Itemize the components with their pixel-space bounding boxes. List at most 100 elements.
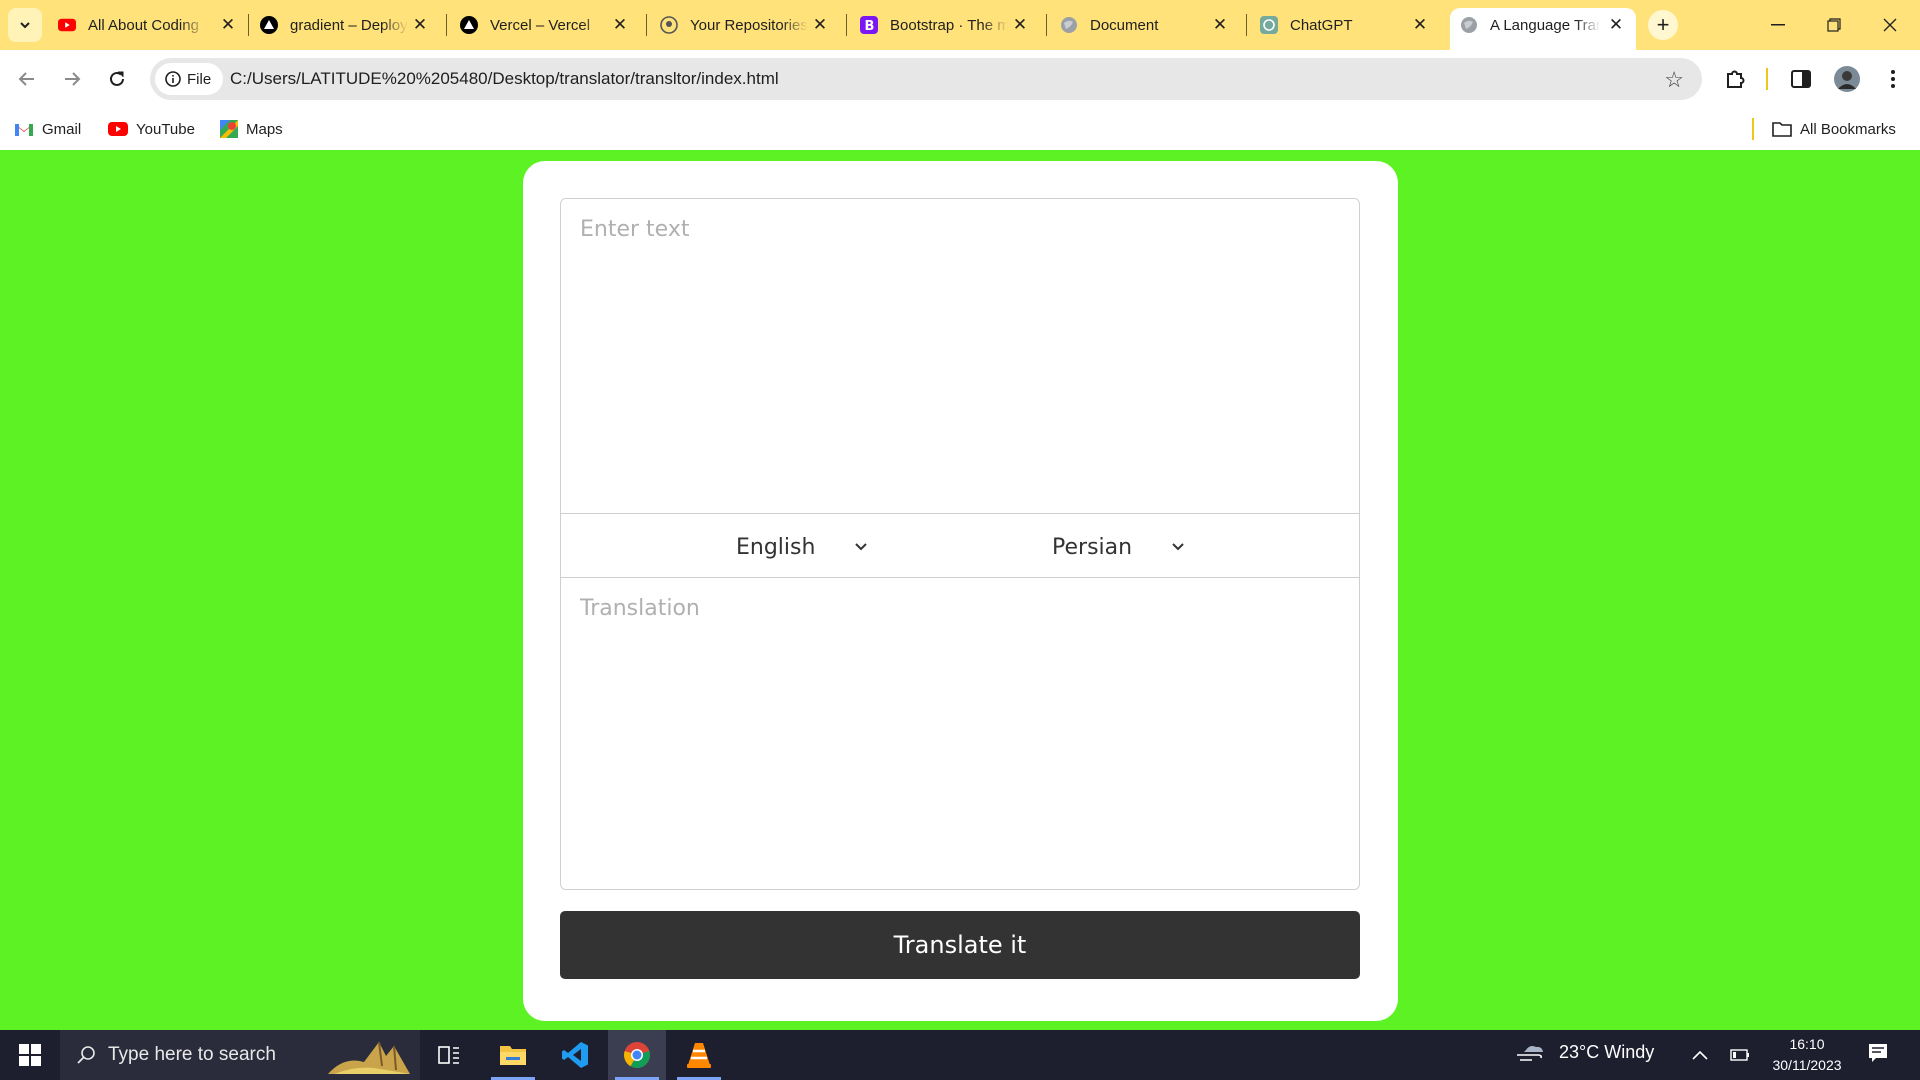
- star-icon[interactable]: ☆: [1664, 67, 1684, 93]
- translator-wrapper: English Persian: [560, 198, 1360, 890]
- close-icon[interactable]: ✕: [610, 15, 630, 35]
- more-vert-icon: [1891, 70, 1895, 88]
- weather-widget[interactable]: 23°C Windy: [1516, 1042, 1654, 1064]
- bookmark-youtube[interactable]: YouTube: [108, 118, 195, 140]
- tab-separator: [1246, 14, 1247, 36]
- browser-tab-active[interactable]: A Language Translator ✕: [1450, 8, 1636, 50]
- chevron-down-icon: [1172, 543, 1184, 551]
- taskbar-search-placeholder: Type here to search: [108, 1044, 276, 1065]
- browser-tab[interactable]: ChatGPT ✕: [1260, 8, 1430, 42]
- restore-button[interactable]: [1806, 0, 1862, 50]
- restore-icon: [1827, 18, 1841, 32]
- browser-tab[interactable]: All About Coding ✕: [58, 8, 238, 42]
- close-icon[interactable]: ✕: [1606, 15, 1626, 35]
- battery-tray-icon[interactable]: [1730, 1045, 1750, 1066]
- close-icon[interactable]: ✕: [1410, 15, 1430, 35]
- system-clock[interactable]: 16:10 30/11/2023: [1762, 1034, 1852, 1076]
- folder-icon: [500, 1046, 526, 1065]
- close-icon[interactable]: ✕: [1210, 15, 1230, 35]
- taskbar-file-explorer[interactable]: [484, 1030, 542, 1080]
- chevron-down-icon: [855, 543, 868, 551]
- taskbar-vscode[interactable]: [546, 1030, 604, 1080]
- to-language-select[interactable]: Persian: [1052, 531, 1184, 563]
- close-icon[interactable]: ✕: [810, 15, 830, 35]
- bookmark-label: Maps: [246, 120, 283, 138]
- close-icon[interactable]: ✕: [410, 15, 430, 35]
- maps-icon: [220, 120, 238, 138]
- tab-separator: [646, 14, 647, 36]
- tab-separator: [846, 14, 847, 36]
- page-viewport: English Persian Translate it: [0, 150, 1920, 1030]
- tab-title: Vercel – Vercel: [490, 16, 591, 34]
- menu-button[interactable]: [1878, 64, 1908, 94]
- tab-title: ChatGPT: [1290, 16, 1353, 34]
- profile-avatar[interactable]: [1832, 64, 1862, 94]
- bookmark-label: Gmail: [42, 120, 82, 138]
- address-bar[interactable]: File C:/Users/LATITUDE%20%205480/Desktop…: [150, 58, 1702, 100]
- close-icon[interactable]: ✕: [1010, 15, 1030, 35]
- youtube-icon: [58, 16, 76, 34]
- battery-icon: [1730, 1049, 1749, 1061]
- reload-button[interactable]: [100, 62, 134, 96]
- bookmarks-divider: [1752, 118, 1754, 140]
- tab-separator: [1046, 14, 1047, 36]
- bookmark-gmail[interactable]: Gmail: [14, 118, 81, 140]
- bookmark-label: YouTube: [136, 120, 195, 138]
- new-tab-button[interactable]: +: [1648, 10, 1678, 40]
- browser-tab[interactable]: Your Repositories ✕: [660, 8, 830, 42]
- minimize-button[interactable]: [1750, 0, 1806, 50]
- tab-title: gradient – Deploy: [290, 16, 408, 34]
- translation-output[interactable]: [561, 578, 1359, 889]
- arrow-left-icon: [18, 72, 34, 86]
- close-window-button[interactable]: [1862, 0, 1918, 50]
- chevron-up-icon: [1692, 1050, 1708, 1060]
- tab-separator: [248, 14, 249, 36]
- site-info-chip[interactable]: File: [155, 63, 224, 95]
- tab-title: Bootstrap · The most: [890, 16, 1008, 34]
- browser-toolbar: File C:/Users/LATITUDE%20%205480/Desktop…: [0, 50, 1920, 108]
- source-text-input[interactable]: [561, 199, 1359, 513]
- close-icon: [1883, 18, 1897, 32]
- forward-button[interactable]: [55, 62, 89, 96]
- from-language-select[interactable]: English: [736, 531, 868, 563]
- tab-search-button[interactable]: [8, 8, 42, 42]
- browser-tab[interactable]: gradient – Deploy ✕: [260, 8, 430, 42]
- close-icon[interactable]: ✕: [218, 15, 238, 35]
- tab-title: Your Repositories: [690, 16, 808, 34]
- taskbar-search[interactable]: Type here to search: [60, 1030, 420, 1080]
- taskbar-vlc[interactable]: [670, 1030, 728, 1080]
- chevron-down-icon: [20, 22, 30, 29]
- url-text[interactable]: C:/Users/LATITUDE%20%205480/Desktop/tran…: [230, 69, 779, 89]
- windy-weather-icon: [1517, 1046, 1543, 1062]
- windows-taskbar: Type here to search 23°C Windy 16:10 30/…: [0, 1030, 1920, 1080]
- folder-icon: [1772, 122, 1792, 137]
- vscode-icon: [562, 1042, 588, 1068]
- to-language-label: Persian: [1052, 534, 1133, 560]
- all-bookmarks-button[interactable]: All Bookmarks: [1772, 118, 1896, 140]
- notification-icon: [1869, 1044, 1887, 1062]
- notifications-button[interactable]: [1868, 1043, 1888, 1068]
- globe-icon: [1060, 16, 1078, 34]
- browser-tab[interactable]: B Bootstrap · The most ✕: [860, 8, 1030, 42]
- vercel-icon: [260, 16, 278, 34]
- toolbar-divider: [1766, 68, 1768, 90]
- extensions-button[interactable]: [1720, 64, 1750, 94]
- github-icon: [660, 16, 678, 34]
- browser-tab[interactable]: Vercel – Vercel ✕: [460, 8, 630, 42]
- tab-strip: All About Coding ✕ gradient – Deploy ✕ V…: [0, 0, 1920, 50]
- side-panel-button[interactable]: [1786, 64, 1816, 94]
- back-button[interactable]: [10, 62, 44, 96]
- show-hidden-icons[interactable]: [1692, 1044, 1708, 1065]
- browser-tab[interactable]: Document ✕: [1060, 8, 1230, 42]
- globe-icon: [1460, 16, 1478, 34]
- plus-icon: +: [1656, 12, 1670, 37]
- start-button[interactable]: [10, 1042, 50, 1068]
- all-bookmarks-label: All Bookmarks: [1800, 120, 1896, 138]
- vercel-icon: [460, 16, 478, 34]
- translate-button[interactable]: Translate it: [560, 911, 1360, 979]
- bookmark-maps[interactable]: Maps: [220, 118, 283, 140]
- task-view-button[interactable]: [420, 1030, 478, 1080]
- from-language-label: English: [736, 534, 816, 560]
- side-panel-icon: [1791, 70, 1811, 88]
- taskbar-chrome[interactable]: [608, 1030, 666, 1080]
